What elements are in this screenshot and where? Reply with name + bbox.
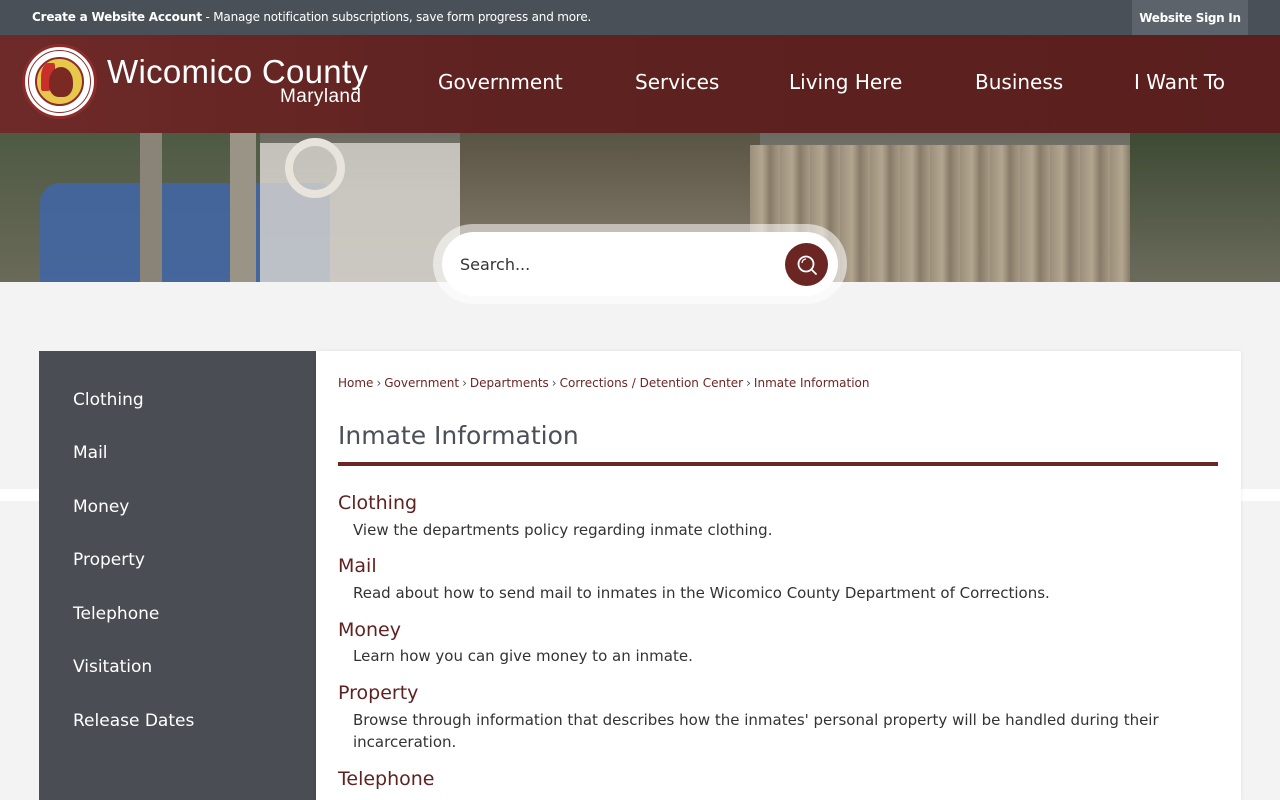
sidebar-nav: Clothing Mail Money Property Telephone V… <box>39 351 316 800</box>
breadcrumb-current[interactable]: Inmate Information <box>754 376 870 390</box>
entry-title-money[interactable]: Money <box>338 619 401 641</box>
nav-living-here[interactable]: Living Here <box>789 70 902 94</box>
breadcrumb-corrections[interactable]: Corrections / Detention Center <box>560 376 744 390</box>
sidebar-item-mail[interactable]: Mail <box>73 443 108 463</box>
entry-title-property[interactable]: Property <box>338 682 418 704</box>
search-icon <box>797 255 817 275</box>
nav-government[interactable]: Government <box>438 70 563 94</box>
site-header: Wicomico County Maryland Government Serv… <box>0 35 1280 133</box>
entry-title-mail[interactable]: Mail <box>338 555 377 577</box>
breadcrumb-government[interactable]: Government <box>384 376 459 390</box>
breadcrumb-departments[interactable]: Departments <box>470 376 549 390</box>
page-title: Inmate Information <box>338 421 579 450</box>
sidebar-item-money[interactable]: Money <box>73 497 129 517</box>
create-account-description: - Manage notification subscriptions, sav… <box>201 10 592 24</box>
entry-desc-money: Learn how you can give money to an inmat… <box>353 647 693 665</box>
breadcrumb-separator: › <box>746 376 751 390</box>
sidebar-item-visitation[interactable]: Visitation <box>73 657 152 677</box>
search-input[interactable] <box>460 246 780 282</box>
sidebar-item-telephone[interactable]: Telephone <box>73 604 159 624</box>
search-bar <box>442 232 838 296</box>
website-sign-in-button[interactable]: Website Sign In <box>1132 0 1248 35</box>
sidebar-item-release-dates[interactable]: Release Dates <box>73 711 194 731</box>
county-seal-logo[interactable] <box>22 44 97 119</box>
entry-title-telephone[interactable]: Telephone <box>338 768 435 790</box>
entry-desc-clothing: View the departments policy regarding in… <box>353 521 773 539</box>
utility-bar: Create a Website Account - Manage notifi… <box>0 0 1280 35</box>
hero-post <box>230 133 256 282</box>
breadcrumb-home[interactable]: Home <box>338 376 373 390</box>
breadcrumb-separator: › <box>376 376 382 390</box>
entry-desc-mail: Read about how to send mail to inmates i… <box>353 584 1050 602</box>
hero-post <box>140 133 162 282</box>
sidebar-item-clothing[interactable]: Clothing <box>73 390 144 410</box>
seal-head <box>49 67 73 97</box>
entry-title-clothing[interactable]: Clothing <box>338 492 417 514</box>
create-account-message[interactable]: Create a Website Account - Manage notifi… <box>32 10 591 24</box>
seal-emblem <box>35 57 84 106</box>
search-button[interactable] <box>785 243 828 286</box>
sidebar-item-property[interactable]: Property <box>73 550 145 570</box>
nav-i-want-to[interactable]: I Want To <box>1134 70 1225 94</box>
brand-subtitle[interactable]: Maryland <box>280 86 361 108</box>
main-content: Home › Government › Departments › Corrections … <box>316 351 1241 800</box>
breadcrumb-separator: › <box>462 376 467 390</box>
create-account-link[interactable]: Create a Website Account <box>32 10 202 24</box>
hero-right-trees <box>1130 133 1280 282</box>
hero-life-ring <box>285 138 345 198</box>
breadcrumb: Home › Government › Departments › Corrections … <box>338 376 869 390</box>
nav-business[interactable]: Business <box>975 70 1063 94</box>
entry-desc-property: Browse through information that describe… <box>353 711 1159 751</box>
breadcrumb-separator: › <box>551 376 557 390</box>
nav-services[interactable]: Services <box>635 70 719 94</box>
title-divider <box>338 462 1218 466</box>
